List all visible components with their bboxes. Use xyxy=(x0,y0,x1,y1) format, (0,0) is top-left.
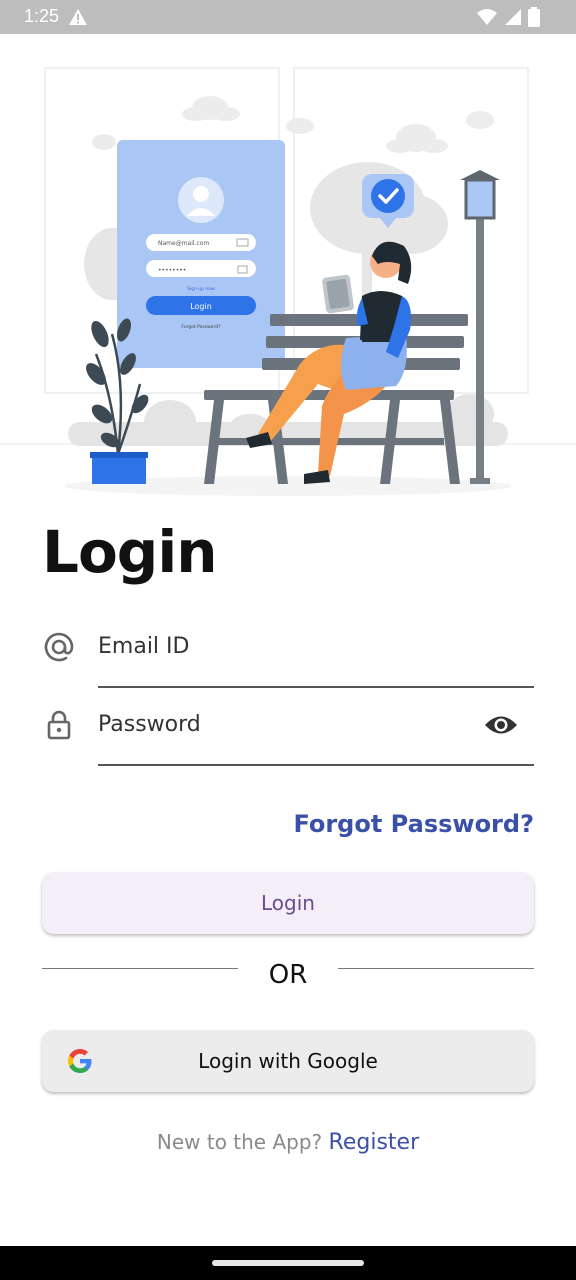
email-field[interactable]: Email ID xyxy=(42,622,534,702)
google-icon xyxy=(66,1047,94,1075)
navigation-bar xyxy=(0,1246,576,1280)
at-icon xyxy=(44,632,74,662)
page-title: Login xyxy=(42,518,217,586)
login-button-label: Login xyxy=(261,891,315,915)
email-input[interactable]: Email ID xyxy=(98,634,189,659)
wifi-icon xyxy=(477,9,497,25)
login-button[interactable]: Login xyxy=(42,872,534,934)
google-login-button[interactable]: Login with Google xyxy=(42,1030,534,1092)
password-underline xyxy=(98,764,534,766)
illustration-button-hint: Login xyxy=(190,302,212,311)
register-link[interactable]: Register xyxy=(329,1130,420,1155)
battery-icon xyxy=(528,7,540,27)
lock-icon xyxy=(44,710,74,740)
or-separator: OR xyxy=(268,960,308,990)
register-row: New to the App? Register xyxy=(0,1130,576,1155)
forgot-password-link[interactable]: Forgot Password? xyxy=(293,810,534,838)
login-illustration: Name@mail.com •••••••• Sign up now Login… xyxy=(0,34,576,504)
illustration-password-hint: •••••••• xyxy=(158,267,186,274)
password-field[interactable]: Password xyxy=(42,700,534,780)
home-gesture-handle[interactable] xyxy=(212,1260,364,1266)
google-button-label: Login with Google xyxy=(198,1049,378,1073)
illustration-email-hint: Name@mail.com xyxy=(158,240,209,247)
eye-icon[interactable] xyxy=(484,714,518,736)
status-icons xyxy=(476,7,540,27)
illustration-signup-hint: Sign up now xyxy=(187,286,215,292)
email-underline xyxy=(98,686,534,688)
warning-icon xyxy=(68,8,88,30)
signal-icon xyxy=(505,9,521,25)
status-bar: 1:25 xyxy=(0,0,576,34)
status-time: 1:25 xyxy=(24,6,60,26)
new-user-prompt: New to the App? xyxy=(156,1130,323,1154)
password-input[interactable]: Password xyxy=(98,712,201,737)
illustration-forgot-hint: Forgot Password? xyxy=(181,324,221,330)
